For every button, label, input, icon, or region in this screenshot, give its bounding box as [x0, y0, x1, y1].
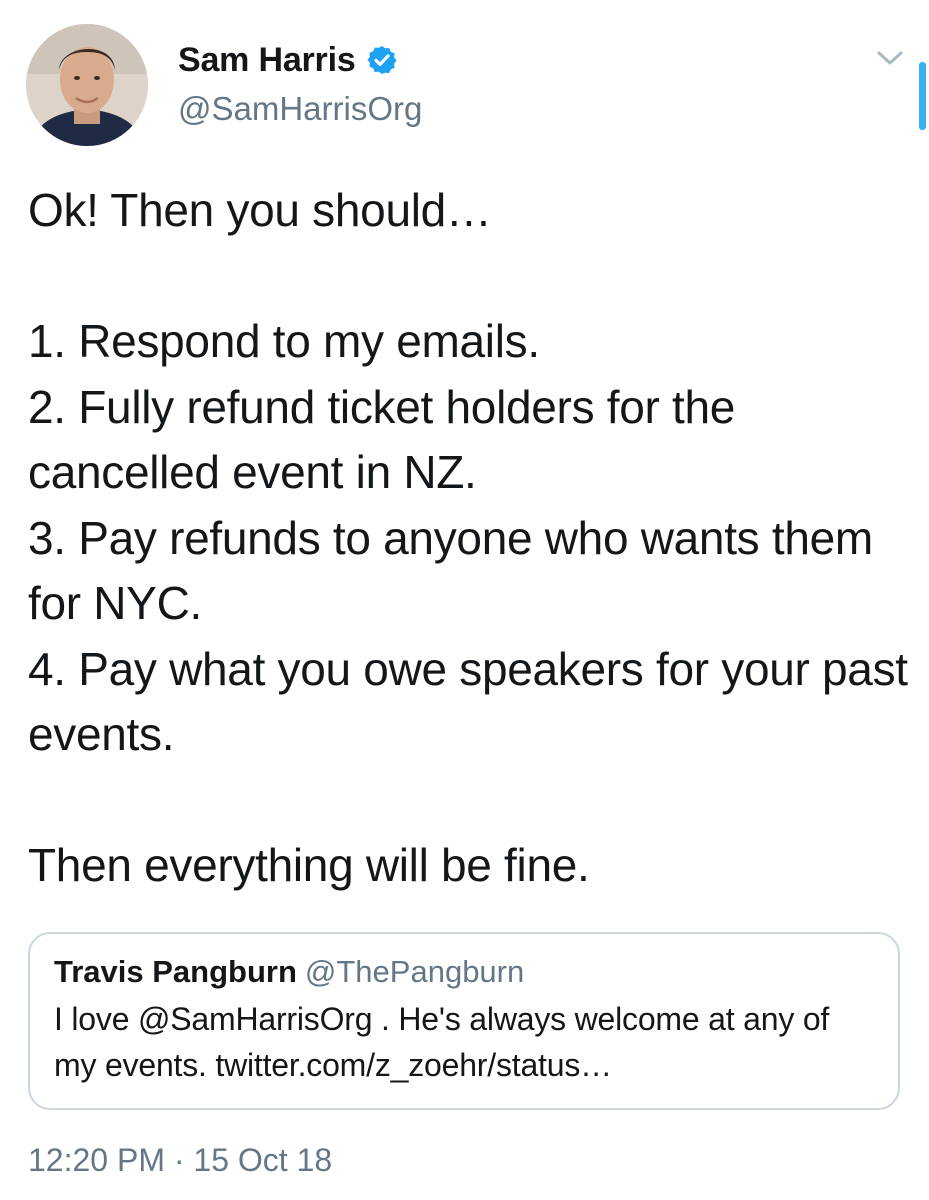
tweet: Sam Harris @SamHarrisOrg Ok! Then you sh…	[0, 0, 929, 1200]
avatar-image	[26, 24, 148, 146]
scrollbar[interactable]	[919, 62, 926, 130]
chevron-down-icon[interactable]	[873, 44, 907, 72]
avatar[interactable]	[26, 24, 148, 146]
author-name[interactable]: Sam Harris	[178, 41, 356, 80]
tweet-timestamp[interactable]: 12:20 PM · 15 Oct 18	[28, 1142, 332, 1179]
quoted-tweet-text: I love @SamHarrisOrg . He's always welco…	[54, 1001, 830, 1083]
quoted-tweet-header: Travis Pangburn @ThePangburn	[54, 952, 874, 992]
name-row: Sam Harris	[178, 38, 422, 82]
verified-badge-icon	[366, 44, 398, 76]
quoted-tweet[interactable]: Travis Pangburn @ThePangburn I love @SamH…	[28, 932, 900, 1110]
quoted-author-name: Travis Pangburn	[54, 954, 297, 989]
quoted-author-handle: @ThePangburn	[304, 954, 525, 989]
author-info: Sam Harris @SamHarrisOrg	[178, 38, 422, 128]
author-handle[interactable]: @SamHarrisOrg	[178, 90, 422, 128]
tweet-text: Ok! Then you should… 1. Respond to my em…	[28, 184, 908, 891]
